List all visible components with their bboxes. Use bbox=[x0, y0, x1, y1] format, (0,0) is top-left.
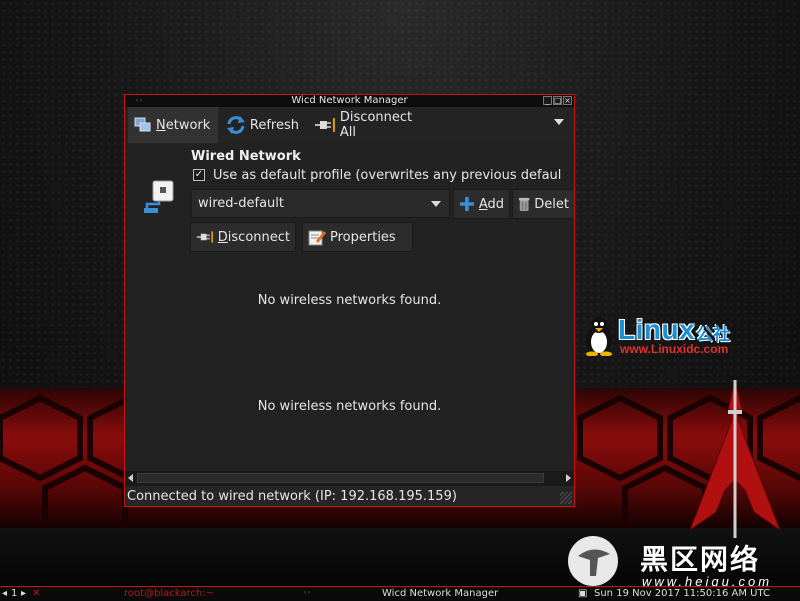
minimize-button[interactable]: _ bbox=[543, 96, 552, 105]
disconnect-plug-icon bbox=[196, 231, 213, 243]
toolbar: Network Refresh Disconnect All bbox=[125, 107, 574, 144]
plus-icon bbox=[459, 196, 474, 212]
disconnect-button[interactable]: Disconnect bbox=[190, 222, 296, 252]
linux-watermark-url: www.Linuxidc.com bbox=[620, 342, 729, 356]
properties-label: Properties bbox=[330, 229, 396, 245]
chevron-down-icon bbox=[431, 201, 441, 207]
refresh-button[interactable]: Refresh bbox=[220, 107, 305, 143]
tray-network-icon[interactable]: ▣ bbox=[578, 587, 587, 600]
maximize-button[interactable]: □ bbox=[553, 96, 562, 105]
wired-network-title: Wired Network bbox=[191, 149, 301, 164]
default-profile-checkbox[interactable]: ✓ bbox=[193, 169, 205, 181]
toolbar-overflow-caret-icon[interactable] bbox=[554, 119, 564, 125]
network-button[interactable]: Network bbox=[128, 107, 218, 143]
properties-icon bbox=[308, 230, 326, 246]
disconnect-plug-icon bbox=[314, 118, 335, 132]
network-list: Wired Network ✓ Use as default profile (… bbox=[125, 143, 574, 474]
disconnect-all-button[interactable]: Disconnect All bbox=[308, 107, 438, 143]
network-icon bbox=[134, 117, 151, 132]
close-task-icon[interactable]: ✕ bbox=[32, 587, 40, 600]
close-button[interactable]: × bbox=[563, 96, 572, 105]
linuxidc-watermark: Linux 公社 www.Linuxidc.com bbox=[582, 314, 762, 358]
scrollbar-thumb[interactable] bbox=[137, 473, 544, 483]
add-profile-button[interactable]: Add bbox=[453, 189, 510, 219]
workspace-next-icon[interactable]: ▸ bbox=[21, 587, 26, 600]
resize-grip-icon[interactable] bbox=[560, 492, 572, 504]
taskbar-clock: Sun 19 Nov 2017 11:50:16 AM UTC bbox=[594, 588, 770, 599]
workspace-prev-icon[interactable]: ◂ bbox=[2, 587, 7, 600]
wired-profile-value: wired-default bbox=[198, 196, 284, 211]
taskbar-terminal[interactable]: root@blackarch:~ bbox=[124, 587, 214, 600]
disconnect-all-label: Disconnect All bbox=[339, 110, 413, 140]
workspace-number[interactable]: 1 bbox=[11, 587, 17, 600]
tux-penguin-icon bbox=[586, 317, 612, 356]
default-profile-label[interactable]: Use as default profile (overwrites any p… bbox=[213, 168, 561, 183]
heigu-logo-icon bbox=[568, 536, 618, 586]
wired-network-icon bbox=[144, 180, 174, 213]
status-bar: Connected to wired network (IP: 192.168.… bbox=[125, 485, 574, 506]
properties-button[interactable]: Properties bbox=[302, 222, 413, 252]
disconnect-label: Disconnect bbox=[217, 229, 290, 245]
taskbar-wicd-icon: ◦◦ bbox=[303, 589, 312, 597]
no-networks-message: No wireless networks found. bbox=[257, 293, 442, 308]
status-text: Connected to wired network (IP: 192.168.… bbox=[127, 489, 457, 504]
add-label: Add bbox=[478, 196, 504, 212]
window-titlebar[interactable]: ◦◦ Wicd Network Manager _ □ × bbox=[125, 95, 574, 107]
scroll-left-icon[interactable] bbox=[128, 474, 133, 482]
delete-profile-button[interactable]: Delet bbox=[512, 189, 574, 219]
refresh-icon bbox=[226, 116, 245, 134]
network-label: Network bbox=[156, 117, 211, 133]
scroll-right-icon[interactable] bbox=[566, 474, 571, 482]
arch-logo bbox=[688, 380, 782, 538]
window-title: Wicd Network Manager bbox=[291, 95, 408, 106]
horizontal-scrollbar[interactable] bbox=[125, 471, 574, 485]
wicd-window: ◦◦ Wicd Network Manager _ □ × Network Re… bbox=[124, 94, 575, 507]
heigu-watermark-cn: 黑区网络 bbox=[640, 543, 761, 576]
taskbar: ◂ 1 ▸ ✕ root@blackarch:~ ◦◦ Wicd Network… bbox=[0, 586, 800, 601]
heigu-watermark: 黑区网络 www.heiqu.com bbox=[566, 534, 800, 594]
no-networks-message: No wireless networks found. bbox=[257, 399, 442, 414]
window-controls: _ □ × bbox=[543, 96, 572, 106]
refresh-label: Refresh bbox=[249, 117, 299, 133]
trash-icon bbox=[518, 197, 530, 212]
delete-label: Delet bbox=[534, 196, 569, 212]
wired-profile-select[interactable]: wired-default bbox=[191, 189, 450, 218]
taskbar-wicd[interactable]: Wicd Network Manager bbox=[382, 587, 498, 600]
